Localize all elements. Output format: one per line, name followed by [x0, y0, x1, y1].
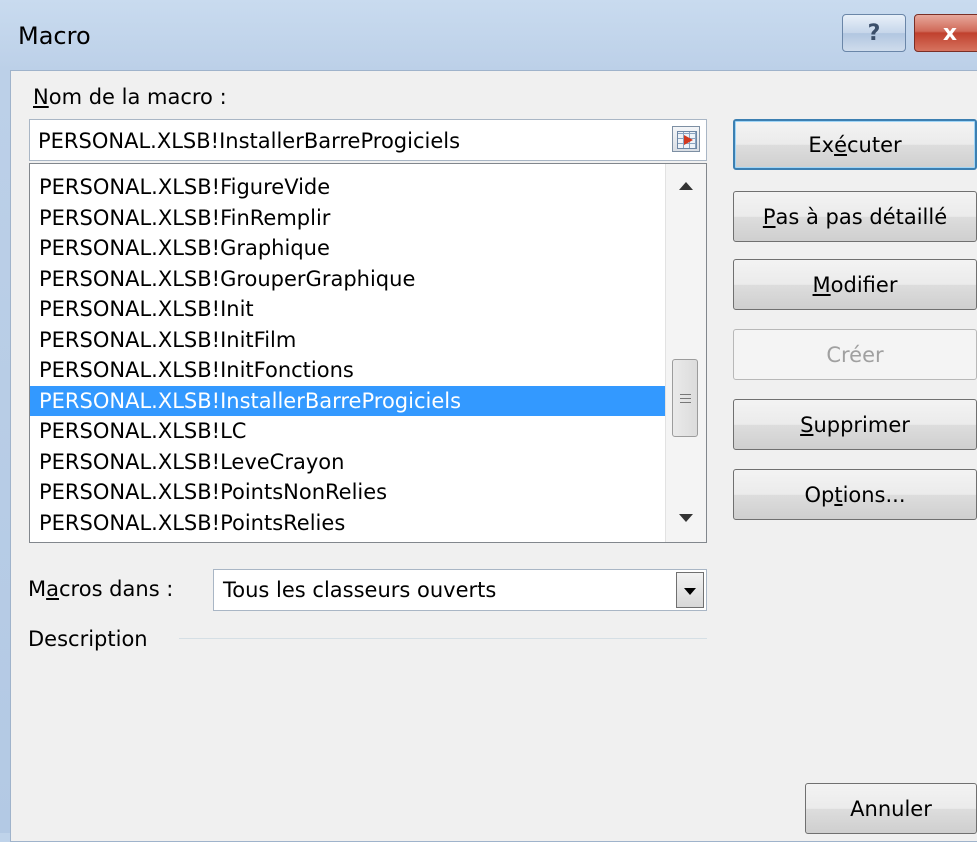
macro-name-value: PERSONAL.XLSB!InstallerBarreProgiciels	[38, 129, 461, 153]
annuler-button[interactable]: Annuler	[805, 783, 977, 834]
supprimer-button[interactable]: Supprimer	[733, 399, 977, 450]
help-button[interactable]: ?	[842, 14, 906, 52]
chevron-down-icon[interactable]	[676, 572, 704, 608]
executer-button[interactable]: Ex é cuter	[733, 119, 977, 170]
list-item[interactable]: PERSONAL.XLSB!Graphique	[30, 233, 666, 264]
scroll-thumb[interactable]	[672, 359, 698, 437]
list-scrollbar[interactable]	[665, 164, 706, 542]
list-item[interactable]: PERSONAL.XLSB!InitFonctions	[30, 355, 666, 386]
list-item[interactable]: PERSONAL.XLSB!InstallerBarreProgiciels	[30, 385, 666, 416]
description-label: Description	[28, 627, 148, 651]
description-divider	[179, 638, 707, 639]
title-bar: Macro ? x	[0, 0, 977, 70]
list-item[interactable]: PERSONAL.XLSB!PointsNonRelies	[30, 477, 666, 508]
modifier-button[interactable]: Modifier	[733, 259, 977, 310]
macro-name-input[interactable]: PERSONAL.XLSB!InstallerBarreProgiciels	[29, 119, 707, 161]
list-item[interactable]: PERSONAL.XLSB!FigureVide	[30, 172, 666, 203]
scroll-down-icon[interactable]	[679, 514, 693, 522]
options-button[interactable]: Op t ions...	[733, 469, 977, 520]
macro-list[interactable]: PERSONAL.XLSB!FigureVide PERSONAL.XLSB!Fi…	[29, 163, 707, 543]
window-title: Macro	[18, 22, 91, 50]
help-icon: ?	[867, 20, 881, 46]
list-item[interactable]: PERSONAL.XLSB!FinRemplir	[30, 203, 666, 234]
macro-name-label: Nom de la macro :	[33, 85, 227, 109]
creer-button: Créer	[733, 329, 977, 380]
list-item[interactable]: PERSONAL.XLSB!Init	[30, 294, 666, 325]
macros-dans-value: Tous les classeurs ouverts	[223, 578, 497, 602]
list-item[interactable]: PERSONAL.XLSB!PointsRelies	[30, 508, 666, 539]
collapse-dialog-icon[interactable]	[672, 126, 700, 152]
scroll-up-icon[interactable]	[679, 182, 693, 190]
pas-a-pas-button[interactable]: Pas à pas détaillé	[733, 191, 977, 242]
close-icon: x	[942, 20, 958, 46]
macros-dans-label: Macros dans :	[28, 577, 174, 601]
close-button[interactable]: x	[914, 14, 977, 52]
dialog-body: Nom de la macro : PERSONAL.XLSB!Installe…	[10, 70, 977, 842]
list-item[interactable]: PERSONAL.XLSB!LC	[30, 416, 666, 447]
list-item[interactable]: PERSONAL.XLSB!InitFilm	[30, 325, 666, 356]
list-item[interactable]: PERSONAL.XLSB!GrouperGraphique	[30, 264, 666, 295]
macro-dialog: Macro ? x Nom de la macro : PERSONAL.XLS…	[0, 0, 977, 842]
macro-list-items: PERSONAL.XLSB!FigureVide PERSONAL.XLSB!Fi…	[30, 172, 666, 538]
list-item[interactable]: PERSONAL.XLSB!LeveCrayon	[30, 447, 666, 478]
macros-dans-select[interactable]: Tous les classeurs ouverts	[213, 569, 707, 611]
